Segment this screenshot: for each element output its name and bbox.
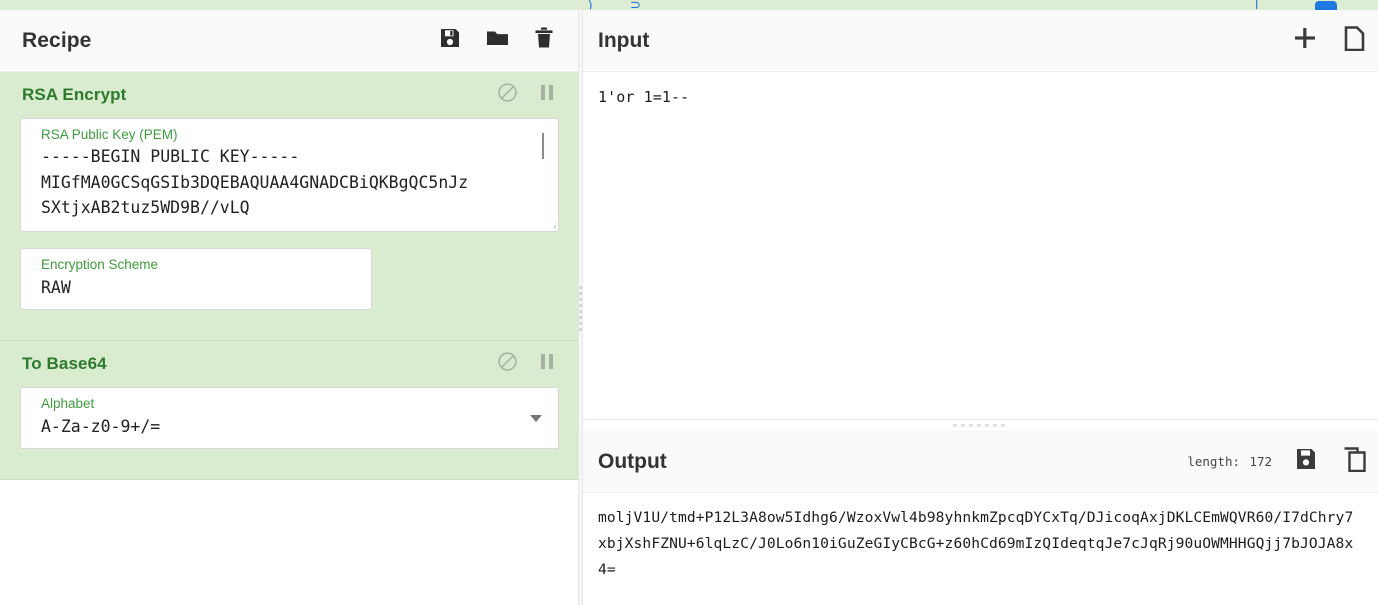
encryption-scheme-label: Encryption Scheme bbox=[41, 257, 159, 272]
horizontal-splitter[interactable] bbox=[580, 419, 1378, 431]
output-body[interactable]: moljV1U/tmd+P12L3A8ow5Idhg6/WzoxVwl4b98y… bbox=[580, 493, 1378, 605]
save-recipe-icon[interactable] bbox=[438, 26, 462, 55]
recipe-toolbar bbox=[438, 26, 555, 55]
breakpoint-icon[interactable] bbox=[539, 83, 555, 107]
text-caret bbox=[542, 133, 544, 159]
input-title: Input bbox=[598, 28, 650, 52]
output-toolbar bbox=[1294, 446, 1368, 477]
copy-output-icon[interactable] bbox=[1342, 446, 1368, 477]
add-input-tab-icon[interactable] bbox=[1292, 25, 1318, 56]
operation-controls bbox=[497, 82, 555, 108]
output-header: Output time:3ms length:172 lines:1 bbox=[580, 431, 1378, 554]
cyberchef-window: ) ⊃ | Recipe RSA Encrypt RSA Public Key … bbox=[0, 0, 1378, 605]
disable-operation-icon[interactable] bbox=[497, 351, 518, 377]
encryption-scheme-field[interactable]: Encryption Scheme RAW bbox=[20, 248, 372, 310]
save-output-icon[interactable] bbox=[1294, 447, 1318, 476]
input-text[interactable]: 1'or 1=1-- bbox=[598, 84, 1360, 110]
base64-alphabet-field[interactable]: Alphabet A-Za-z0-9+/= bbox=[20, 387, 559, 449]
splitter-grip-icon bbox=[579, 285, 582, 331]
input-toolbar bbox=[1292, 25, 1368, 56]
load-recipe-icon[interactable] bbox=[485, 26, 510, 55]
operation-header: RSA Encrypt bbox=[0, 72, 579, 118]
sliver-glyph-b: ⊃ bbox=[630, 0, 641, 9]
base64-alphabet-value: A-Za-z0-9+/= bbox=[41, 417, 161, 436]
output-length-label: length: bbox=[1187, 454, 1240, 469]
open-file-icon[interactable] bbox=[1342, 25, 1368, 56]
operation-title: RSA Encrypt bbox=[22, 85, 127, 104]
rsa-public-key-field[interactable]: RSA Public Key (PEM) -----BEGIN PUBLIC K… bbox=[20, 118, 559, 232]
recipe-pane: Recipe RSA Encrypt RSA Public Key (PEM) … bbox=[0, 0, 580, 605]
input-header: Input length:10 lines:1 bbox=[580, 10, 1378, 91]
page-title: Recipe bbox=[22, 28, 92, 52]
operation-arguments: RSA Public Key (PEM) -----BEGIN PUBLIC K… bbox=[0, 118, 579, 310]
breakpoint-icon[interactable] bbox=[539, 352, 555, 376]
top-toolbar-sliver: ) ⊃ | bbox=[0, 0, 1378, 10]
output-title: Output bbox=[598, 449, 667, 473]
base64-alphabet-label: Alphabet bbox=[41, 396, 95, 411]
output-section: Output time:3ms length:172 lines:1 bbox=[580, 431, 1378, 605]
clear-recipe-icon[interactable] bbox=[533, 26, 555, 55]
encryption-scheme-value: RAW bbox=[41, 278, 71, 297]
operation-header: To Base64 bbox=[0, 341, 579, 387]
operation-arguments: Alphabet A-Za-z0-9+/= bbox=[0, 387, 579, 449]
rsa-public-key-value: -----BEGIN PUBLIC KEY----- MIGfMA0GCSqGS… bbox=[41, 147, 469, 217]
sliver-glyph-c: | bbox=[1255, 0, 1259, 9]
recipe-operation-to-base64[interactable]: To Base64 Alphabet A-Za-z0-9+/= bbox=[0, 341, 579, 480]
operation-controls bbox=[497, 351, 555, 377]
operation-title: To Base64 bbox=[22, 354, 107, 373]
recipe-operation-rsa-encrypt[interactable]: RSA Encrypt RSA Public Key (PEM) -----BE… bbox=[0, 72, 579, 341]
chevron-down-icon[interactable] bbox=[530, 415, 542, 422]
recipe-title-bar: Recipe bbox=[0, 10, 579, 72]
output-text[interactable]: moljV1U/tmd+P12L3A8ow5Idhg6/WzoxVwl4b98y… bbox=[598, 505, 1360, 583]
rsa-public-key-label: RSA Public Key (PEM) bbox=[41, 127, 178, 142]
output-length-value: 172 bbox=[1249, 454, 1272, 469]
sliver-bake-button[interactable] bbox=[1315, 1, 1337, 10]
recipe-operation-list: RSA Encrypt RSA Public Key (PEM) -----BE… bbox=[0, 72, 579, 605]
io-pane: Input length:10 lines:1 bbox=[580, 0, 1378, 605]
input-body[interactable]: 1'or 1=1-- bbox=[580, 72, 1378, 419]
input-section: Input length:10 lines:1 bbox=[580, 10, 1378, 419]
disable-operation-icon[interactable] bbox=[497, 82, 518, 108]
sliver-glyph-a: ) bbox=[588, 0, 593, 9]
resize-handle-icon[interactable] bbox=[542, 215, 556, 229]
vertical-splitter[interactable] bbox=[578, 10, 583, 605]
